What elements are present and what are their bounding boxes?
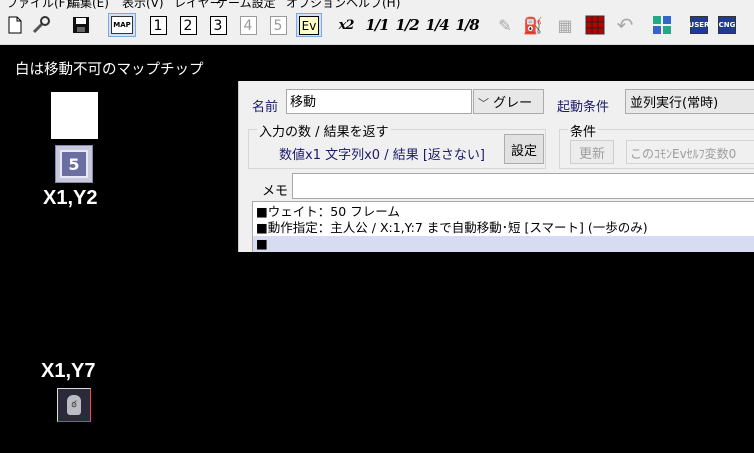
user-db-icon: USER — [688, 16, 710, 34]
layer-5-button[interactable]: 5 — [267, 13, 289, 37]
menu-view[interactable]: 表示(V) — [122, 0, 164, 9]
database-icon — [653, 16, 671, 34]
cng-db-button[interactable]: CNG — [716, 13, 738, 37]
user-db-button[interactable]: USER — [688, 13, 710, 37]
user-db-label: USER — [688, 20, 710, 29]
trigger-label: 起動条件 — [557, 100, 610, 115]
undo-icon: ↶ — [616, 13, 634, 37]
command-row-move[interactable]: ■動作指定：主人公 / X:1,Y:7 まで自動移動･短 [スマート] (一歩の… — [256, 220, 648, 236]
pen-button[interactable]: ✎ — [494, 13, 516, 37]
fill-button[interactable]: ⛽ — [522, 13, 544, 37]
io-group: 入力の数 / 結果を返す 数値x1 文字列x0 / 結果 [返さない] 設定 — [248, 121, 546, 169]
settings-button[interactable]: 設定 — [504, 134, 544, 164]
cng-db-icon: CNG — [718, 16, 736, 34]
new-file-icon — [8, 16, 22, 34]
trigger-select[interactable]: 並列実行(常時) — [625, 89, 754, 114]
menu-file[interactable]: ファイル(F) — [6, 0, 70, 9]
menu-bar: ファイル(F) 編集(E) 表示(V) レイヤー ゲーム設定 オプション ヘルプ… — [0, 0, 754, 9]
save-button[interactable] — [70, 13, 92, 37]
zoom-1-2-button[interactable]: 1/2 — [394, 13, 420, 37]
map-icon-label: MAP — [113, 20, 131, 29]
cng-db-label: CNG — [718, 20, 736, 29]
name-label: 名前 — [252, 100, 279, 115]
command-row-wait[interactable]: ■ウェイト：50 フレーム — [256, 204, 400, 220]
database-button[interactable] — [651, 13, 673, 37]
bucket-fill-icon: ⛽ — [523, 15, 543, 35]
save-icon — [73, 17, 89, 33]
impassable-tile[interactable] — [51, 92, 98, 139]
event-layer-button[interactable]: Ev — [296, 13, 322, 37]
zoom-x2-icon: x2 — [338, 17, 355, 33]
character-event-tile[interactable]: ఠ — [57, 388, 91, 422]
layer-2-button[interactable]: 2 — [177, 13, 199, 37]
undo-button[interactable]: ↶ — [614, 13, 636, 37]
update-button[interactable]: 更新 — [570, 140, 614, 164]
zoom-1-4-button[interactable]: 1/4 — [424, 13, 450, 37]
layer-3-icon: 3 — [209, 15, 227, 35]
toolbar: MAP 1 2 3 4 5 Ev x2 1/1 1/2 1/4 1/8 ✎ ⛽ … — [0, 9, 754, 45]
layer-2-icon: 2 — [179, 15, 197, 35]
layer-1-button[interactable]: 1 — [147, 13, 169, 37]
menu-game-settings[interactable]: ゲーム設定 — [216, 0, 276, 9]
command-list[interactable]: ■ウェイト：50 フレーム ■動作指定：主人公 / X:1,Y:7 まで自動移動… — [252, 201, 754, 252]
memo-label: メモ — [262, 184, 289, 199]
io-group-title: 入力の数 / 結果を返す — [257, 121, 391, 140]
coord-label-2: X1,Y7 — [41, 360, 96, 382]
zoom-1-4-icon: 1/4 — [425, 16, 449, 34]
map-caption: 白は移動不可のマップチップ — [15, 62, 204, 78]
layer-4-icon: 4 — [239, 15, 257, 35]
color-select[interactable]: ﹀ グレー — [473, 89, 544, 114]
grid-toggle-button[interactable] — [584, 13, 606, 37]
event-layer-icon: Ev — [299, 15, 319, 35]
chevron-down-icon: ﹀ — [478, 97, 489, 110]
zoom-1-8-button[interactable]: 1/8 — [454, 13, 480, 37]
menu-layer[interactable]: レイヤー — [174, 0, 222, 9]
common-event-editor: 名前 移動 ﹀ グレー 起動条件 並列実行(常時) 入力の数 / 結果を返す 数… — [238, 81, 754, 252]
wrench-icon — [32, 16, 50, 34]
character-sprite-icon: ఠ — [67, 395, 81, 415]
coord-label-1: X1,Y2 — [43, 187, 98, 209]
zoom-1-1-button[interactable]: 1/1 — [364, 13, 390, 37]
map-icon: MAP — [111, 16, 133, 34]
zoom-1-1-icon: 1/1 — [365, 16, 389, 34]
rect-select-icon: ▦ — [557, 15, 573, 35]
new-file-button[interactable] — [4, 13, 26, 37]
rect-select-button[interactable]: ▦ — [554, 13, 576, 37]
grid-icon — [585, 15, 605, 35]
tools-button[interactable] — [30, 13, 52, 37]
event-name-input[interactable]: 移動 — [286, 89, 472, 114]
layer-3-button[interactable]: 3 — [207, 13, 229, 37]
layer-4-button[interactable]: 4 — [237, 13, 259, 37]
menu-options[interactable]: オプション — [286, 0, 346, 9]
zoom-1-2-icon: 1/2 — [395, 16, 419, 34]
condition-group-title: 条件 — [568, 121, 599, 140]
layer-5-icon: 5 — [269, 15, 287, 35]
zoom-1-8-icon: 1/8 — [455, 16, 479, 34]
event-marker-icon: 5 — [60, 150, 88, 178]
condition-group: 条件 更新 このｺﾓﾝEvｾﾙﾌ変数0 — [559, 121, 754, 169]
command-row-empty[interactable]: ■ — [253, 236, 754, 252]
menu-edit[interactable]: 編集(E) — [68, 0, 109, 9]
map-mode-button[interactable]: MAP — [108, 13, 136, 37]
zoom-x2-button[interactable]: x2 — [334, 13, 358, 37]
pencil-icon: ✎ — [498, 15, 512, 35]
io-summary: 数値x1 文字列x0 / 結果 [返さない] — [279, 148, 485, 163]
memo-input[interactable] — [292, 173, 754, 199]
map-event-tile[interactable]: 5 — [55, 145, 93, 183]
color-select-value: グレー — [493, 96, 533, 111]
layer-1-icon: 1 — [149, 15, 167, 35]
condition-variable-field[interactable]: このｺﾓﾝEvｾﾙﾌ変数0 — [626, 140, 754, 164]
menu-help[interactable]: ヘルプ(H) — [346, 0, 400, 9]
